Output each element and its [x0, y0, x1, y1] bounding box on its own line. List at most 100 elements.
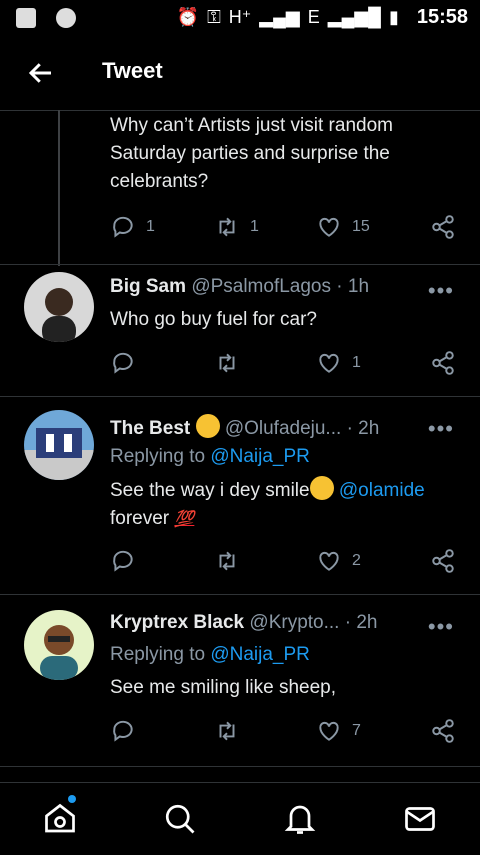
- heart-icon: [319, 217, 339, 237]
- tweet-actions: 2: [110, 548, 460, 576]
- avatar[interactable]: [24, 410, 94, 480]
- share-icon: [432, 719, 454, 743]
- retweet-icon: [219, 721, 235, 741]
- like-button[interactable]: 2: [316, 548, 361, 574]
- retweet-icon: [219, 353, 235, 373]
- page-title: Tweet: [102, 58, 163, 83]
- home-icon[interactable]: [42, 801, 78, 837]
- like-button[interactable]: 15: [316, 214, 370, 240]
- avatar[interactable]: [24, 610, 94, 680]
- notifications-bell-icon[interactable]: [282, 801, 318, 837]
- top-app-bar: Tweet: [0, 38, 480, 111]
- like-count: 2: [352, 552, 361, 569]
- retweet-button[interactable]: [214, 350, 250, 376]
- replying-to: Replying to @Naija_PR: [110, 446, 310, 468]
- retweet-button[interactable]: 1: [214, 214, 259, 240]
- heart-icon: [319, 721, 339, 741]
- handle[interactable]: @PsalmofLagos: [191, 276, 331, 297]
- network-type-2: E: [307, 7, 320, 27]
- hundred-points-emoji-icon: 💯: [174, 511, 195, 528]
- heart-icon: [319, 353, 339, 373]
- reply-button[interactable]: [110, 350, 146, 376]
- display-name[interactable]: Kryptrex Black: [110, 612, 244, 633]
- separator: ·: [346, 418, 353, 439]
- like-count: 15: [352, 218, 370, 235]
- reply-icon: [113, 216, 133, 238]
- share-button[interactable]: [430, 214, 456, 240]
- reply-button[interactable]: 1: [110, 214, 155, 240]
- grinning-face-emoji-icon: [309, 476, 334, 500]
- back-arrow-icon[interactable]: [26, 58, 56, 88]
- heart-icon: [319, 551, 339, 571]
- tweet-actions: 1 1 15: [110, 214, 460, 242]
- share-button[interactable]: [430, 350, 456, 376]
- tweet-actions: 7: [110, 718, 460, 746]
- avatar[interactable]: [24, 272, 94, 342]
- reply-button[interactable]: [110, 548, 146, 574]
- retweet-icon: [219, 551, 235, 571]
- gallery-notification-icon: [16, 8, 36, 28]
- tweet-header: Kryptrex Black @Krypto... · 2h: [110, 612, 377, 634]
- divider: [0, 396, 480, 397]
- timestamp: 2h: [356, 612, 378, 633]
- more-options-button[interactable]: •••: [428, 278, 454, 304]
- signal-icon-2: ▂▄▆█: [327, 7, 381, 27]
- network-type-1: H⁺: [228, 7, 252, 27]
- tweet-text: See the way i dey smile @olamide forever…: [110, 476, 460, 534]
- thread-line: [58, 110, 60, 266]
- divider: [0, 766, 480, 767]
- reply-icon: [113, 720, 133, 742]
- more-options-button[interactable]: •••: [428, 416, 454, 442]
- separator: ·: [336, 276, 343, 297]
- display-name[interactable]: Big Sam: [110, 276, 186, 297]
- replying-label: Replying to: [110, 644, 206, 665]
- separator: ·: [344, 612, 352, 633]
- replying-handle[interactable]: @Naija_PR: [210, 644, 310, 665]
- search-icon[interactable]: [162, 801, 198, 837]
- whatsapp-business-notification-icon: [56, 8, 76, 28]
- share-icon: [432, 215, 454, 239]
- divider: [0, 264, 480, 265]
- reply-button[interactable]: [110, 718, 146, 744]
- tweet-text-end: forever: [110, 508, 170, 529]
- share-icon: [432, 549, 454, 573]
- tweet-actions: 1: [110, 350, 460, 378]
- retweet-count: 1: [250, 218, 259, 235]
- tweet-header: Big Sam @PsalmofLagos · 1h: [110, 276, 369, 298]
- retweet-button[interactable]: [214, 548, 250, 574]
- battery-icon: ▮: [388, 7, 399, 27]
- tweet-text: See me smiling like sheep,: [110, 677, 336, 698]
- more-options-button[interactable]: •••: [428, 614, 454, 640]
- reply-icon: [113, 352, 133, 374]
- key-icon: ⚿: [207, 7, 221, 27]
- retweet-button[interactable]: [214, 718, 250, 744]
- signal-icon: ▂▄▆: [259, 7, 300, 27]
- status-bar: ⏰ ⚿ H⁺ ▂▄▆ E ▂▄▆█ ▮ 15:58: [0, 0, 480, 38]
- like-count: 7: [352, 722, 361, 739]
- retweet-icon: [219, 217, 235, 237]
- share-button[interactable]: [430, 718, 456, 744]
- share-button[interactable]: [430, 548, 456, 574]
- replying-to: Replying to @Naija_PR: [110, 644, 310, 666]
- tweet-text: Why can’t Artists just visit random Satu…: [110, 115, 393, 192]
- mention-link[interactable]: @olamide: [339, 480, 425, 501]
- tweet-text: Who go buy fuel for car?: [110, 309, 317, 330]
- timestamp: 2h: [358, 418, 380, 439]
- messages-envelope-icon[interactable]: [402, 801, 438, 837]
- reply-icon: [113, 550, 133, 572]
- tweet-header: The Best @Olufadeju... · 2h: [110, 414, 379, 440]
- divider: [0, 594, 480, 595]
- status-time: 15:58: [416, 6, 468, 28]
- handle[interactable]: @Olufadeju...: [225, 418, 341, 439]
- replying-handle[interactable]: @Naija_PR: [210, 446, 310, 467]
- reply-count: 1: [146, 218, 155, 235]
- replying-label: Replying to: [110, 446, 206, 467]
- timestamp: 1h: [347, 276, 370, 297]
- display-name[interactable]: The Best: [110, 418, 190, 439]
- bottom-navigation: [0, 782, 480, 855]
- handle[interactable]: @Krypto...: [249, 612, 339, 633]
- like-button[interactable]: 7: [316, 718, 361, 744]
- alarm-icon: ⏰: [176, 7, 200, 27]
- new-content-dot: [68, 795, 76, 803]
- like-button[interactable]: 1: [316, 350, 361, 376]
